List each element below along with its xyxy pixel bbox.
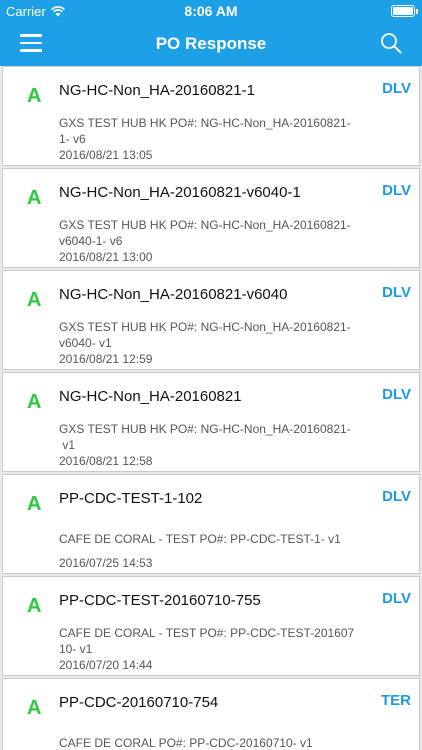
status-letter: A [27,493,42,515]
po-title: PP-CDC-20160710-754 [59,694,219,711]
po-title: PP-CDC-TEST-20160710-755 [59,592,261,609]
po-description: GXS TEST HUB HK PO#: NG-HC-Non_HA-201608… [59,116,351,146]
po-title: NG-HC-Non_HA-20160821-1 [59,82,255,99]
po-date: 2016/07/25 14:53 [59,556,153,570]
status-code: DLV [382,284,411,301]
status-bar: Carrier 8:06 AM [0,0,422,22]
po-date: 2016/08/21 13:05 [59,148,153,162]
status-code: DLV [382,182,411,199]
status-letter: A [27,289,42,311]
po-title: NG-HC-Non_HA-20160821-v6040-1 [59,184,301,201]
list-item[interactable]: A PP-CDC-TEST-1-102 DLV CAFE DE CORAL - … [2,474,420,574]
list-item[interactable]: A PP-CDC-20160710-754 TER CAFE DE CORAL … [2,678,420,750]
po-response-list: A NG-HC-Non_HA-20160821-1 DLV GXS TEST H… [0,66,422,750]
status-letter: A [27,595,42,617]
status-code: DLV [382,386,411,403]
status-code: TER [381,692,411,709]
status-letter: A [27,85,42,107]
status-code: DLV [382,80,411,97]
po-title: NG-HC-Non_HA-20160821-v6040 [59,286,288,303]
po-title: NG-HC-Non_HA-20160821 [59,388,242,405]
po-date: 2016/08/21 12:58 [59,454,153,468]
navigation-bar: PO Response [0,22,422,66]
status-letter: A [27,697,42,719]
po-title: PP-CDC-TEST-1-102 [59,490,203,507]
battery-icon [391,5,418,17]
po-description: CAFE DE CORAL - TEST PO#: PP-CDC-TEST-1-… [59,532,341,546]
list-item[interactable]: A PP-CDC-TEST-20160710-755 DLV CAFE DE C… [2,576,420,676]
status-letter: A [27,391,42,413]
po-date: 2016/07/20 14:44 [59,658,153,672]
po-description: CAFE DE CORAL - TEST PO#: PP-CDC-TEST-20… [59,626,355,656]
status-letter: A [27,187,42,209]
clock: 8:06 AM [184,3,238,19]
po-description: GXS TEST HUB HK PO#: NG-HC-Non_HA-201608… [59,218,351,248]
po-description: GXS TEST HUB HK PO#: NG-HC-Non_HA-201608… [59,422,351,452]
status-code: DLV [382,488,411,505]
status-code: DLV [382,590,411,607]
list-item[interactable]: A NG-HC-Non_HA-20160821-v6040-1 DLV GXS … [2,168,420,268]
po-date: 2016/08/21 12:59 [59,352,153,366]
search-icon[interactable] [380,32,402,54]
po-description: CAFE DE CORAL PO#: PP-CDC-20160710- v1 [59,736,313,750]
list-item[interactable]: A NG-HC-Non_HA-20160821 DLV GXS TEST HUB… [2,372,420,472]
list-item[interactable]: A NG-HC-Non_HA-20160821-1 DLV GXS TEST H… [2,66,420,166]
page-title: PO Response [155,34,267,53]
po-date: 2016/08/21 13:00 [59,250,153,264]
list-item[interactable]: A NG-HC-Non_HA-20160821-v6040 DLV GXS TE… [2,270,420,370]
po-description: GXS TEST HUB HK PO#: NG-HC-Non_HA-201608… [59,320,351,350]
